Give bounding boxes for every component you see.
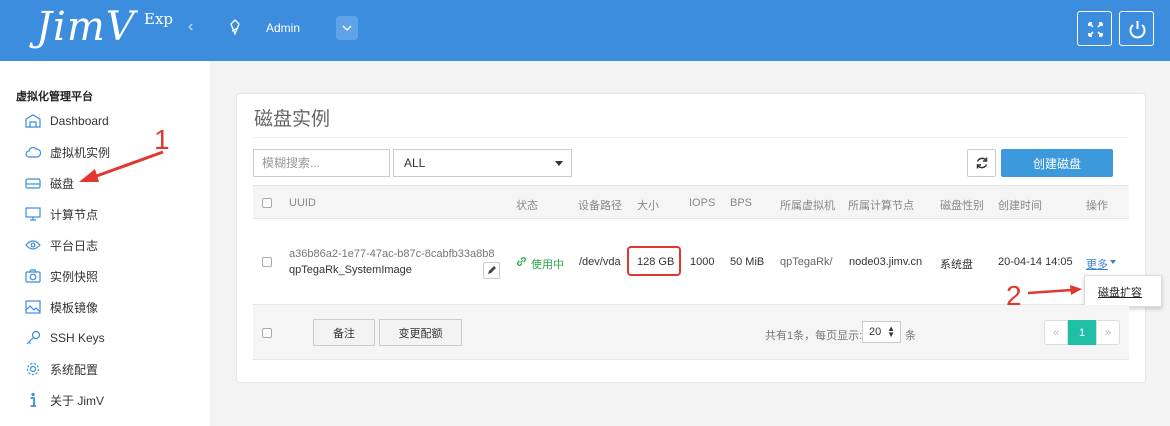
link-icon	[517, 257, 526, 266]
filter-value: ALL	[404, 156, 426, 170]
refresh-button[interactable]	[967, 149, 996, 177]
page-title: 磁盘实例	[254, 109, 331, 130]
disk-name: qpTegaRk_SystemImage	[289, 264, 412, 276]
per-page-select[interactable]: 20 ▲ ▼	[862, 321, 901, 343]
sidebar-collapse-icon[interactable]: ‹	[188, 18, 193, 36]
column-header-node: 所属计算节点	[848, 200, 914, 212]
sidebar-item-ssh-keys[interactable]: SSH Keys	[24, 328, 105, 348]
info-icon	[24, 391, 42, 409]
fullscreen-button[interactable]	[1077, 11, 1112, 46]
eye-icon	[24, 236, 42, 254]
gear-icon	[24, 360, 42, 378]
status-badge: 使用中	[531, 259, 564, 271]
title-divider	[252, 137, 1128, 138]
row-checkbox[interactable]	[262, 257, 272, 267]
disk-bps: 50 MiB	[730, 256, 765, 268]
user-name[interactable]: Admin	[266, 21, 300, 35]
select-all-checkbox[interactable]	[262, 198, 272, 208]
prev-page-button[interactable]: «	[1044, 320, 1068, 345]
disk-uuid: a36b86a2-1e77-47ac-b87c-8cabfb33a8b8	[289, 248, 495, 260]
logo-suffix: Exp	[144, 10, 174, 28]
per-page-unit: 条	[905, 330, 916, 342]
caret-down-icon	[555, 161, 563, 166]
caret-down-icon	[1110, 260, 1116, 264]
column-header-disk-type: 磁盘性别	[940, 200, 984, 212]
create-disk-button[interactable]: 创建磁盘	[1001, 149, 1113, 177]
sidebar-item-platform-logs[interactable]: 平台日志	[24, 235, 98, 255]
change-quota-button[interactable]: 变更配额	[379, 319, 462, 346]
footer-select-all-checkbox[interactable]	[262, 328, 272, 338]
top-header: JimV Exp ‹ Admin	[0, 0, 1170, 61]
monitor-icon	[24, 205, 42, 223]
column-header-bps: BPS	[730, 197, 753, 209]
disk-icon	[24, 174, 42, 192]
chevron-down-icon	[342, 25, 352, 31]
disk-iops: 1000	[690, 256, 715, 268]
device-path: /dev/vda	[579, 256, 621, 268]
power-icon	[1129, 21, 1146, 39]
column-header-iops: IOPS	[689, 197, 716, 209]
sidebar-title: 虚拟化管理平台	[16, 91, 93, 103]
camera-icon	[24, 267, 42, 285]
sidebar-item-snapshots[interactable]: 实例快照	[24, 266, 98, 286]
up-down-arrows-icon: ▲ ▼	[887, 324, 895, 339]
logo[interactable]: JimV	[36, 4, 136, 50]
user-dropdown-button[interactable]	[336, 16, 358, 40]
next-page-button[interactable]: »	[1096, 320, 1120, 345]
column-header-size: 大小	[637, 200, 659, 212]
annotation-arrow-1	[79, 150, 164, 182]
column-header-path: 设备路径	[578, 200, 622, 212]
sidebar-item-disks[interactable]: 磁盘	[24, 173, 74, 193]
created-time: 20-04-14 14:05	[998, 256, 1073, 268]
page-1-button[interactable]: 1	[1068, 320, 1096, 345]
cloud-icon	[24, 143, 42, 161]
image-icon	[24, 298, 42, 316]
compute-node: node03.jimv.cn	[849, 256, 923, 268]
pencil-icon	[488, 266, 496, 274]
size-highlight-box	[627, 246, 681, 276]
more-actions-link[interactable]: 更多	[1086, 256, 1108, 272]
annotation-arrow-2	[1027, 285, 1082, 295]
filter-select[interactable]: ALL	[393, 149, 572, 177]
per-page-value: 20	[869, 326, 882, 338]
annotation-number-2: 2	[1006, 280, 1022, 311]
sidebar-item-settings[interactable]: 系统配置	[24, 359, 98, 379]
dashboard-icon	[24, 112, 42, 130]
owner-vm[interactable]: qpTegaRk/	[780, 256, 833, 268]
search-input[interactable]	[253, 149, 390, 177]
column-header-vm: 所属虚拟机	[780, 200, 835, 212]
column-header-actions: 操作	[1086, 200, 1108, 212]
refresh-icon	[976, 157, 987, 169]
note-button[interactable]: 备注	[313, 319, 375, 346]
column-header-status: 状态	[516, 200, 538, 212]
sidebar-item-templates[interactable]: 模板镜像	[24, 297, 98, 317]
key-icon	[24, 329, 42, 347]
sidebar-item-about[interactable]: 关于 JimV	[24, 390, 104, 410]
sidebar-item-dashboard[interactable]: Dashboard	[24, 111, 109, 131]
resize-disk-menu-item[interactable]: 磁盘扩容	[1098, 284, 1142, 300]
fullscreen-icon	[1088, 22, 1103, 37]
logout-button[interactable]	[1119, 11, 1154, 46]
total-count: 共有1条，每页显示:	[765, 330, 863, 342]
column-header-uuid: UUID	[289, 197, 316, 209]
column-header-created: 创建时间	[998, 200, 1042, 212]
disk-type: 系统盘	[940, 259, 973, 271]
sidebar-item-compute-nodes[interactable]: 计算节点	[24, 204, 98, 224]
edit-name-button[interactable]	[483, 262, 500, 279]
user-icon	[230, 19, 240, 35]
